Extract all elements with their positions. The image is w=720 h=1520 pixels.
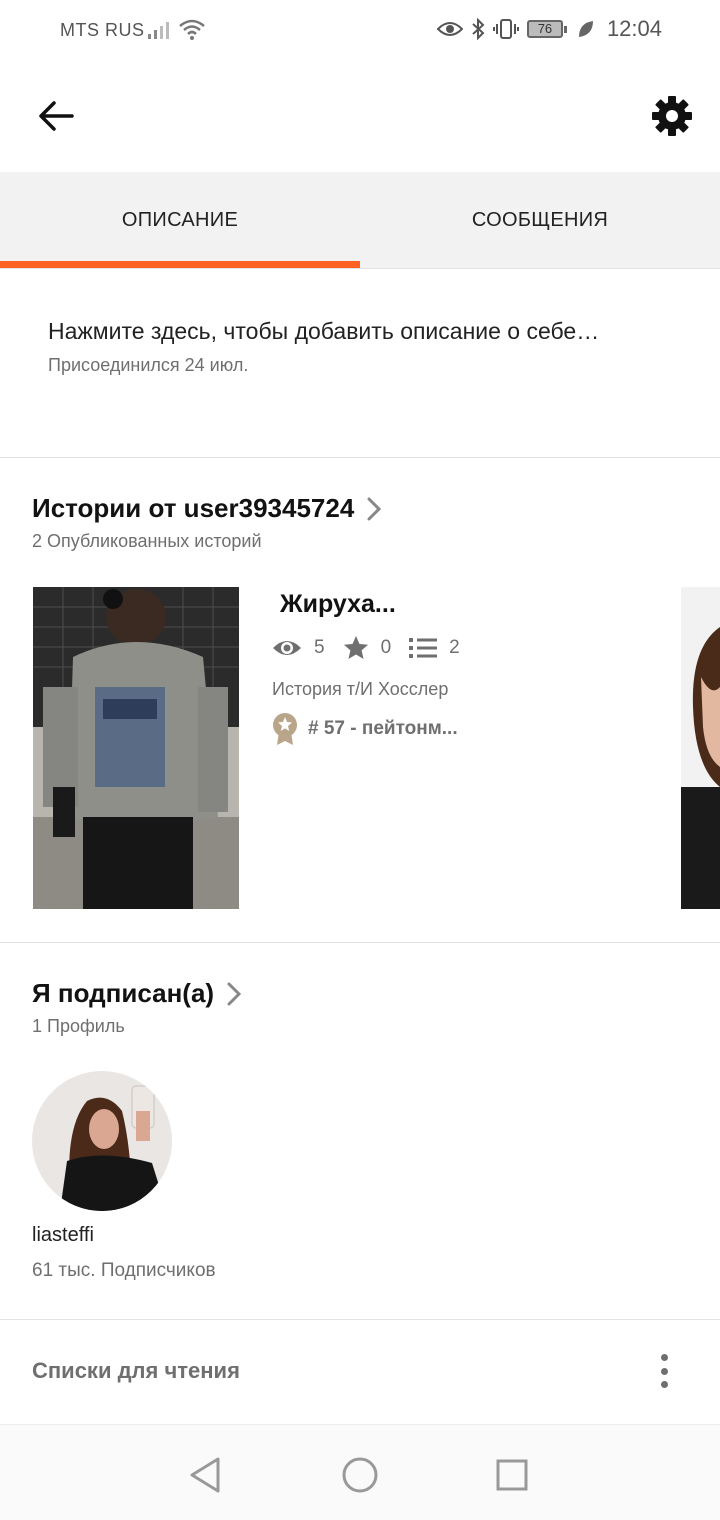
bluetooth-icon	[472, 18, 485, 40]
signal-icon	[148, 22, 169, 39]
tab-messages[interactable]: СООБЩЕНИЯ	[360, 172, 720, 268]
eye-icon	[273, 641, 301, 655]
parts-count: 2	[449, 637, 460, 658]
add-description-link[interactable]: Нажмите здесь, чтобы добавить описание о…	[48, 318, 678, 345]
views-stat: 5	[272, 637, 325, 659]
profile-tabs: ОПИСАНИЕ СООБЩЕНИЯ	[0, 172, 720, 269]
profile-followers: 61 тыс. Подписчиков	[32, 1260, 216, 1281]
nav-home-icon	[342, 1457, 378, 1493]
story-stats: 5 0 2	[272, 635, 592, 661]
about-section: Нажмите здесь, чтобы добавить описание о…	[48, 318, 678, 376]
views-count: 5	[314, 637, 325, 658]
stories-title: Истории от user39345724	[32, 493, 355, 523]
nav-recents-button[interactable]	[492, 1455, 532, 1495]
more-dot	[660, 1367, 668, 1375]
back-button[interactable]	[34, 94, 78, 138]
leaf-icon	[578, 21, 593, 37]
tab-description[interactable]: ОПИСАНИЕ	[0, 172, 360, 268]
story-title: Жируха...	[280, 590, 396, 618]
eye-icon	[436, 22, 463, 36]
story-author-line: История т/И Хосслер	[272, 679, 449, 699]
system-nav-bar	[0, 1424, 720, 1520]
chevron-right-icon	[227, 982, 242, 1005]
parts-stat: 2	[409, 637, 460, 659]
star-icon	[343, 636, 368, 659]
divider	[0, 942, 720, 943]
wifi-icon	[179, 19, 205, 40]
gear-icon	[652, 96, 692, 136]
stories-header[interactable]: Истории от user39345724	[32, 493, 382, 524]
following-count: 1 Профиль	[32, 1016, 125, 1036]
divider	[0, 457, 720, 458]
stories-count: 2 Опубликованных историй	[32, 531, 262, 551]
story-rank: # 57 - пейтонм...	[272, 712, 592, 746]
reading-lists-label: Списки для чтения	[32, 1358, 240, 1383]
chevron-right-icon	[367, 497, 382, 520]
clock: 12:04	[606, 16, 662, 41]
more-options-button[interactable]	[648, 1354, 680, 1388]
story-cover-image	[33, 587, 239, 909]
profile-username[interactable]: liasteffi	[32, 1224, 94, 1247]
top-bar	[0, 62, 720, 172]
settings-button[interactable]	[650, 94, 694, 138]
rank-text: # 57 - пейтонм...	[308, 718, 458, 739]
more-dot	[660, 1354, 668, 1361]
avatar-image	[32, 1071, 172, 1211]
following-header[interactable]: Я подписан(а)	[32, 978, 242, 1009]
next-story-cover[interactable]	[681, 587, 720, 909]
carrier-name: MTS RUS	[60, 20, 145, 40]
following-title: Я подписан(а)	[32, 978, 215, 1008]
votes-count: 0	[380, 637, 392, 658]
vibrate-icon	[492, 19, 519, 39]
votes-stat: 0	[343, 635, 392, 661]
next-story-cover-image	[681, 587, 720, 909]
nav-back-icon	[190, 1457, 220, 1493]
reading-lists-row[interactable]: Списки для чтения	[0, 1320, 720, 1422]
nav-back-button[interactable]	[186, 1455, 226, 1495]
back-arrow-icon	[39, 101, 74, 131]
joined-date: Присоединился 24 июл.	[48, 355, 249, 375]
list-icon	[409, 638, 438, 658]
story-info[interactable]: Жируха... 5 0 2 История т/И Хосслер # 57…	[272, 590, 592, 746]
nav-home-button[interactable]	[340, 1455, 380, 1495]
avatar[interactable]	[32, 1071, 172, 1211]
nav-recents-icon	[496, 1459, 528, 1491]
battery-icon: 76	[526, 20, 567, 38]
status-bar: MTS RUS 76 12:04	[0, 0, 720, 62]
ranking-badge-icon	[273, 713, 297, 745]
more-dot	[660, 1381, 668, 1388]
story-cover[interactable]	[33, 587, 239, 909]
